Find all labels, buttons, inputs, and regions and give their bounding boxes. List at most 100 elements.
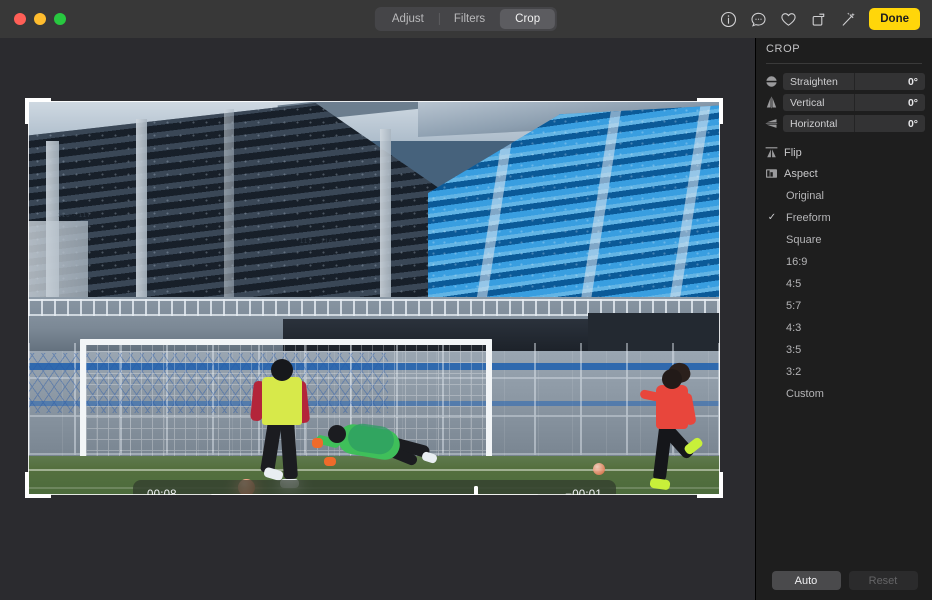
aspect-check: ✓ <box>764 212 780 223</box>
player-striker-head <box>271 359 293 381</box>
mode-segmented-control: Adjust Filters Crop <box>375 7 557 31</box>
goal-post-right <box>486 339 492 469</box>
horizontal-label: Horizontal <box>783 118 837 130</box>
comment-icon[interactable] <box>749 10 767 28</box>
slider-divider <box>854 73 855 90</box>
done-button[interactable]: Done <box>869 8 920 30</box>
player-right-torso <box>656 385 688 429</box>
soccer-ball-secondary <box>593 463 605 475</box>
horizontal-value: 0° <box>908 118 918 130</box>
scrubber-track-played <box>211 494 476 496</box>
vertical-slider[interactable]: Vertical 0° <box>783 94 925 111</box>
aspect-option-square[interactable]: Square <box>764 231 925 248</box>
aspect-option-3-5[interactable]: 3:5 <box>764 341 925 358</box>
section-marker: 118 · 117 <box>58 213 91 219</box>
aspect-option-label: 3:5 <box>780 344 801 356</box>
straighten-value: 0° <box>908 76 918 88</box>
horizontal-icon <box>764 116 779 131</box>
minimize-button[interactable] <box>34 13 46 25</box>
zoom-button[interactable] <box>54 13 66 25</box>
vertical-icon <box>764 95 779 110</box>
straighten-slider[interactable]: Straighten 0° <box>783 73 925 90</box>
reset-button[interactable]: Reset <box>849 571 918 590</box>
scrubber-playhead[interactable] <box>474 486 478 495</box>
aspect-option-5-7[interactable]: 5:7 <box>764 297 925 314</box>
aspect-option-label: 3:2 <box>780 366 801 378</box>
stairway <box>380 129 391 305</box>
aspect-option-label: Square <box>780 234 821 246</box>
close-button[interactable] <box>14 13 26 25</box>
vertical-value: 0° <box>908 97 918 109</box>
horizontal-slider[interactable]: Horizontal 0° <box>783 115 925 132</box>
tab-adjust-label: Adjust <box>392 13 424 25</box>
goal-post-left <box>80 339 86 475</box>
aspect-label: Aspect <box>784 168 818 180</box>
aspect-option-4-3[interactable]: 4:3 <box>764 319 925 336</box>
slider-divider <box>854 94 855 111</box>
aspect-option-label: Original <box>780 190 824 202</box>
stair-landing <box>28 221 88 309</box>
aspect-option-4-5[interactable]: 4:5 <box>764 275 925 292</box>
toolbar-actions: Done <box>719 6 920 32</box>
stairway <box>224 109 234 305</box>
tab-adjust[interactable]: Adjust <box>377 9 439 29</box>
tab-filters[interactable]: Filters <box>439 9 500 29</box>
pitch-line <box>28 469 720 471</box>
flip-icon <box>764 145 779 160</box>
crop-inspector-sidebar: CROP Straighten 0° <box>755 38 932 600</box>
aspect-icon <box>764 166 779 181</box>
player-right-head <box>662 369 682 389</box>
goalkeeper-glove <box>324 457 336 466</box>
goalkeeper-glove <box>312 438 323 448</box>
straighten-label: Straighten <box>783 76 838 88</box>
sidebar-footer: Auto Reset <box>756 571 932 590</box>
aspect-option-label: Freeform <box>780 212 831 224</box>
aspect-option-label: 4:5 <box>780 278 801 290</box>
traffic-light-buttons <box>14 13 66 25</box>
slider-row-horizontal[interactable]: Horizontal 0° <box>764 115 925 132</box>
scrubber-track[interactable] <box>211 485 538 495</box>
aspect-option-label: Custom <box>780 388 824 400</box>
slider-row-straighten[interactable]: Straighten 0° <box>764 73 925 90</box>
aspect-option-custom[interactable]: Custom <box>764 385 925 402</box>
auto-button[interactable]: Auto <box>772 571 841 590</box>
goal-crossbar <box>80 339 492 345</box>
enhance-wand-icon[interactable] <box>839 10 857 28</box>
aspect-option-3-2[interactable]: 3:2 <box>764 363 925 380</box>
info-icon[interactable] <box>719 10 737 28</box>
aspect-option-original[interactable]: Original <box>764 187 925 204</box>
aspect-option-label: 5:7 <box>780 300 801 312</box>
tab-crop[interactable]: Crop <box>500 9 555 29</box>
goalkeeper-head <box>328 425 346 443</box>
player-striker-bib <box>262 377 302 425</box>
stairway <box>136 119 147 307</box>
slider-row-vertical[interactable]: Vertical 0° <box>764 94 925 111</box>
playback-scrubber[interactable]: 00:08 −00:01 <box>133 480 616 495</box>
stadium-scene: 118 · 117 117 · 116 <box>28 101 720 495</box>
tab-filters-label: Filters <box>454 13 485 25</box>
aspect-option-freeform[interactable]: ✓ Freeform <box>764 209 925 226</box>
editor-canvas: 118 · 117 117 · 116 <box>0 38 755 600</box>
slider-divider <box>854 115 855 132</box>
sidebar-title: CROP <box>766 43 800 55</box>
menu-row-aspect[interactable]: Aspect <box>764 165 925 182</box>
photo-editor-window: Adjust Filters Crop <box>0 0 932 600</box>
elapsed-time: 00:08 <box>147 489 199 495</box>
vertical-label: Vertical <box>783 97 824 109</box>
scrubber-track-remaining <box>476 494 538 495</box>
straighten-icon <box>764 74 779 89</box>
crop-frame[interactable]: 118 · 117 117 · 116 <box>28 101 720 495</box>
remaining-time: −00:01 <box>550 489 602 495</box>
aspect-option-label: 16:9 <box>780 256 807 268</box>
sidebar-divider <box>766 63 922 64</box>
rotate-icon[interactable] <box>809 10 827 28</box>
aspect-option-label: 4:3 <box>780 322 801 334</box>
video-preview[interactable]: 118 · 117 117 · 116 <box>28 101 720 495</box>
flip-label: Flip <box>784 147 802 159</box>
tab-crop-label: Crop <box>515 13 540 25</box>
heart-icon[interactable] <box>779 10 797 28</box>
menu-row-flip[interactable]: Flip <box>764 144 925 161</box>
section-marker: 117 · 116 <box>300 239 333 245</box>
title-bar: Adjust Filters Crop <box>0 0 932 38</box>
aspect-option-16-9[interactable]: 16:9 <box>764 253 925 270</box>
